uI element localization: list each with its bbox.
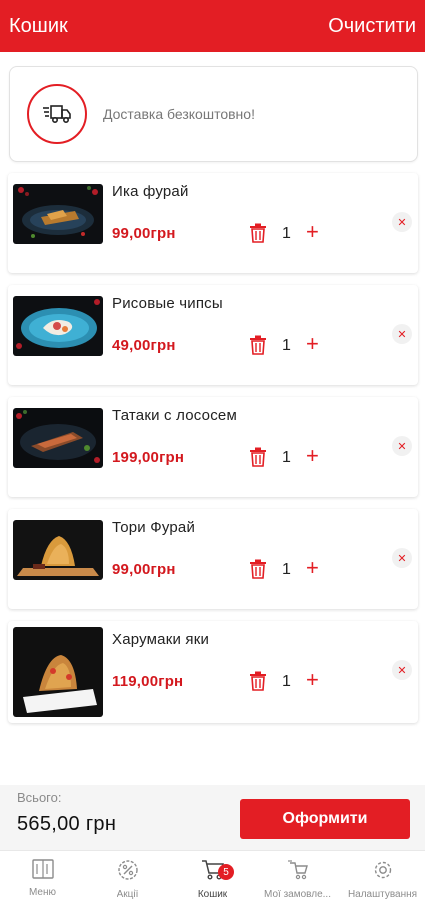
tab-cart[interactable]: 5 Кошик — [170, 851, 255, 900]
cart-item: Рисовые чипсы 49,00грн 1 + ✕ — [8, 285, 418, 385]
tab-orders[interactable]: Мої замовле... — [255, 851, 340, 900]
increase-quantity-button[interactable]: + — [306, 221, 319, 243]
checkout-button[interactable]: Оформити — [240, 799, 410, 839]
menu-book-icon — [31, 859, 54, 884]
item-quantity: 1 — [282, 337, 291, 354]
cart-count-badge: 5 — [218, 864, 234, 880]
cart-item: Ика фурай 99,00грн 1 + ✕ — [8, 173, 418, 273]
item-quantity: 1 — [282, 225, 291, 242]
trash-icon[interactable] — [249, 335, 267, 355]
cart-item: Тори Фурай 99,00грн 1 + ✕ — [8, 509, 418, 609]
total-label: Всього: — [17, 790, 62, 805]
item-quantity: 1 — [282, 561, 291, 578]
item-price: 199,00грн — [112, 449, 185, 466]
tab-label: Мої замовле... — [264, 889, 331, 900]
remove-item-button[interactable]: ✕ — [392, 548, 412, 568]
trash-icon[interactable] — [249, 559, 267, 579]
increase-quantity-button[interactable]: + — [306, 557, 319, 579]
percent-badge-icon — [117, 859, 139, 886]
increase-quantity-button[interactable]: + — [306, 333, 319, 355]
item-name: Тори Фурай — [112, 519, 196, 536]
dish-photo — [13, 408, 103, 468]
delivery-info-card: Доставка безкоштовно! — [9, 66, 418, 162]
clear-cart-button[interactable]: Очистити — [328, 15, 416, 38]
item-price: 49,00грн — [112, 337, 176, 354]
delivery-text: Доставка безкоштовно! — [103, 106, 255, 122]
item-price: 99,00грн — [112, 225, 176, 242]
item-price: 99,00грн — [112, 561, 176, 578]
tab-label: Меню — [28, 887, 57, 898]
app-header: Кошик Очистити — [0, 0, 425, 52]
trash-icon[interactable] — [249, 671, 267, 691]
dish-photo — [13, 627, 103, 717]
orders-icon — [287, 859, 309, 886]
item-quantity: 1 — [282, 449, 291, 466]
trash-icon[interactable] — [249, 447, 267, 467]
bottom-navigation: Меню Акції 5 Кошик Мої замовле... Налашт… — [0, 850, 425, 900]
item-price: 119,00грн — [112, 673, 184, 690]
tab-label: Кошик — [197, 889, 228, 900]
dish-photo — [13, 296, 103, 356]
remove-item-button[interactable]: ✕ — [392, 660, 412, 680]
remove-item-button[interactable]: ✕ — [392, 436, 412, 456]
increase-quantity-button[interactable]: + — [306, 445, 319, 467]
tab-settings[interactable]: Налаштування — [340, 851, 425, 900]
page-title: Кошик — [9, 14, 68, 37]
item-name: Харумаки яки — [112, 631, 210, 648]
increase-quantity-button[interactable]: + — [306, 669, 319, 691]
order-total-bar: Всього: 565,00 грн Оформити — [0, 785, 425, 850]
gear-icon — [372, 859, 394, 886]
cart-content: Доставка безкоштовно! Ика фурай 99,00грн… — [0, 52, 425, 785]
remove-item-button[interactable]: ✕ — [392, 212, 412, 232]
tab-label: Акції — [116, 889, 139, 900]
item-name: Рисовые чипсы — [112, 295, 223, 312]
tab-menu[interactable]: Меню — [0, 851, 85, 900]
item-quantity: 1 — [282, 673, 291, 690]
total-amount: 565,00 грн — [17, 813, 117, 835]
dish-photo — [13, 520, 103, 580]
trash-icon[interactable] — [249, 223, 267, 243]
delivery-truck-icon — [27, 84, 87, 144]
tab-promotions[interactable]: Акції — [85, 851, 170, 900]
remove-item-button[interactable]: ✕ — [392, 324, 412, 344]
dish-photo — [13, 184, 103, 244]
cart-item: Татаки с лососем 199,00грн 1 + ✕ — [8, 397, 418, 497]
item-name: Татаки с лососем — [112, 407, 237, 424]
tab-label: Налаштування — [347, 889, 418, 900]
cart-item: Харумаки яки 119,00грн 1 + ✕ — [8, 621, 418, 723]
item-name: Ика фурай — [112, 183, 189, 200]
